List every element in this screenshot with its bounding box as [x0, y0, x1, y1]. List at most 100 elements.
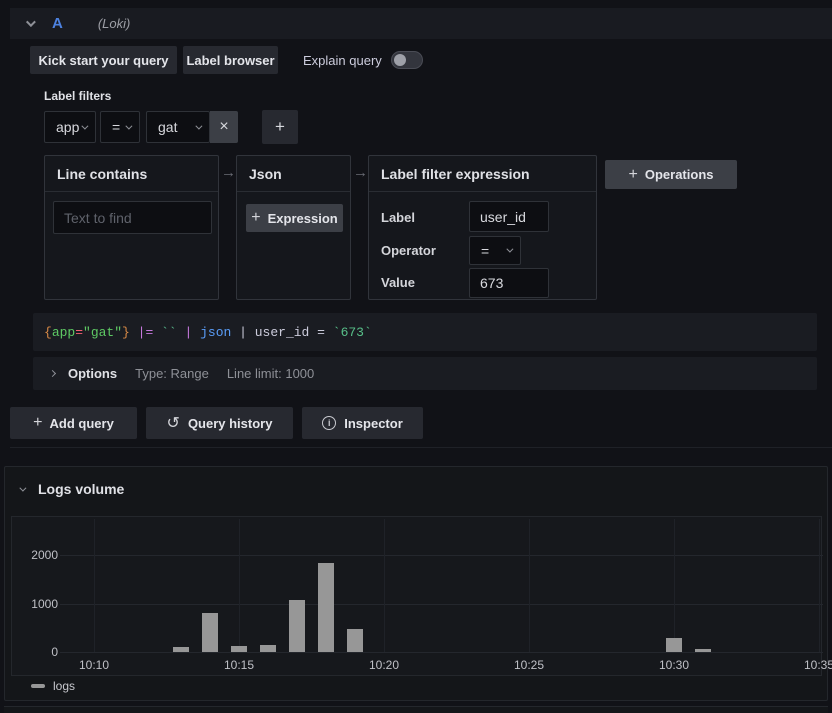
label-field-input[interactable]: user_id [469, 201, 549, 232]
query-token: json [200, 325, 231, 340]
bar-10:30 [666, 638, 682, 652]
query-options-row[interactable]: Options Type: Range Line limit: 1000 [33, 357, 817, 390]
operation-json: Json + Expression [236, 155, 351, 300]
label-field-label: Label [381, 210, 415, 225]
legend-series-swatch-icon [31, 684, 45, 688]
kick-start-query-label: Kick start your query [38, 53, 168, 68]
label-filter-value-value: gat [158, 119, 177, 135]
y-gridline [60, 555, 823, 556]
label-filter-operator-value: = [112, 119, 120, 135]
y-axis-tick-label: 2000 [18, 548, 58, 562]
plus-icon: + [251, 209, 260, 227]
y-axis-tick-label: 1000 [18, 597, 58, 611]
add-expression-label: Expression [268, 211, 338, 226]
label-browser-button[interactable]: Label browser [183, 46, 278, 74]
value-field-value: 673 [480, 275, 503, 291]
collapse-query-chevron-icon[interactable] [26, 17, 36, 27]
toggle-knob-icon [394, 54, 406, 66]
collapse-logs-volume-chevron-icon[interactable] [19, 484, 26, 491]
chevron-down-icon [81, 122, 88, 129]
operation-line-contains: Line contains Text to find [44, 155, 219, 300]
line-contains-placeholder: Text to find [64, 210, 132, 226]
options-title: Options [68, 366, 117, 381]
query-token: user_id = [255, 325, 333, 340]
x-axis-tick-label: 10:25 [507, 658, 551, 672]
explore-page: A (Loki) Kick start your query Label bro… [0, 0, 832, 713]
label-filter-value-select[interactable]: gat [146, 111, 210, 143]
bar-10:31 [695, 649, 711, 652]
query-token: |= [138, 325, 154, 340]
bar-10:15 [231, 646, 247, 652]
chevron-down-icon [125, 122, 132, 129]
next-panel-edge [4, 706, 828, 713]
explain-query-toggle[interactable] [391, 51, 423, 69]
remove-label-filter-button[interactable]: × [210, 111, 238, 143]
add-expression-button[interactable]: + Expression [246, 204, 343, 232]
value-field-label: Value [381, 275, 415, 290]
label-browser-label: Label browser [186, 53, 274, 68]
query-token: `673` [333, 325, 372, 340]
line-contains-input[interactable]: Text to find [53, 201, 212, 234]
history-icon: ↺ [167, 413, 180, 433]
query-token: | [231, 325, 254, 340]
query-token: "gat" [83, 325, 122, 340]
x-axis-tick-label: 10:30 [652, 658, 696, 672]
kick-start-query-button[interactable]: Kick start your query [30, 46, 177, 74]
logs-volume-header[interactable]: Logs volume [5, 467, 827, 511]
add-query-button[interactable]: + Add query [10, 407, 137, 439]
value-field-input[interactable]: 673 [469, 268, 549, 298]
info-icon: i [322, 416, 336, 430]
info-glyph: i [328, 418, 331, 428]
add-operations-button[interactable]: + Operations [605, 160, 737, 189]
operator-field-select[interactable]: = [469, 236, 521, 265]
explain-query-label: Explain query [303, 53, 382, 68]
label-field-value: user_id [480, 209, 526, 225]
plus-icon: + [33, 414, 42, 432]
x-axis-tick-label: 10:15 [217, 658, 261, 672]
query-token: app [52, 325, 75, 340]
add-operations-label: Operations [645, 167, 714, 182]
x-axis-tick-label: 10:35 [797, 658, 832, 672]
x-gridline [384, 519, 385, 652]
y-gridline [60, 652, 823, 653]
bar-10:13 [173, 647, 189, 652]
chart-legend[interactable]: logs [31, 679, 75, 693]
label-filter-operator-select[interactable]: = [100, 111, 140, 143]
operation-label-filter-expression: Label filter expression Label user_id Op… [368, 155, 597, 300]
options-line-limit: Line limit: 1000 [227, 366, 314, 381]
plus-icon: + [629, 166, 638, 184]
operation-line-contains-title[interactable]: Line contains [45, 156, 218, 192]
divider [10, 447, 832, 448]
operator-field-label: Operator [381, 243, 436, 258]
logs-volume-panel: Logs volume 01000200010:1010:1510:2010:2… [4, 466, 828, 701]
bar-10:14 [202, 613, 218, 652]
label-filter-key-select[interactable]: app [44, 111, 96, 143]
inspector-button[interactable]: i Inspector [302, 407, 423, 439]
query-ref-id[interactable]: A [52, 15, 63, 32]
chevron-down-icon [195, 122, 202, 129]
query-history-label: Query history [188, 416, 273, 431]
raw-query-text: {app="gat"} |= `` | json | user_id = `67… [44, 325, 372, 340]
x-gridline [239, 519, 240, 652]
bar-10:19 [347, 629, 363, 652]
x-axis-tick-label: 10:10 [72, 658, 116, 672]
operation-json-title[interactable]: Json [237, 156, 350, 192]
add-label-filter-button[interactable]: + [262, 110, 298, 144]
query-history-button[interactable]: ↺ Query history [146, 407, 293, 439]
x-gridline [529, 519, 530, 652]
operator-field-value: = [481, 243, 489, 259]
query-token [192, 325, 200, 340]
logs-volume-chart: 01000200010:1010:1510:2010:2510:3010:35 [11, 516, 822, 676]
x-gridline [94, 519, 95, 652]
query-token: `` [153, 325, 176, 340]
query-token: } [122, 325, 130, 340]
operation-label-filter-expression-title[interactable]: Label filter expression [369, 156, 596, 192]
bar-10:18 [318, 563, 334, 652]
operation-title: Line contains [57, 166, 147, 182]
operation-title: Json [249, 166, 282, 182]
raw-query-preview: {app="gat"} |= `` | json | user_id = `67… [33, 313, 817, 351]
label-filters-title: Label filters [44, 89, 111, 103]
query-row-header[interactable]: A (Loki) [10, 8, 832, 39]
bar-10:17 [289, 600, 305, 652]
x-axis-tick-label: 10:20 [362, 658, 406, 672]
